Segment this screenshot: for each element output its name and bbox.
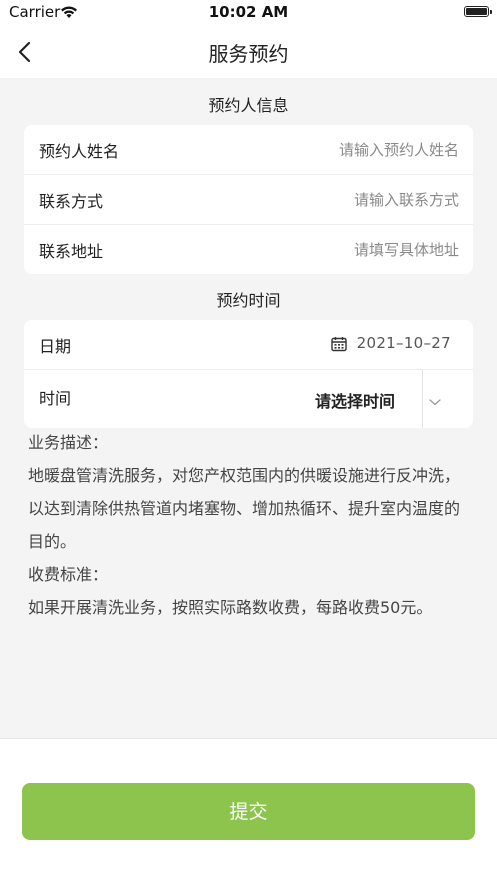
address-input[interactable]: 请填写具体地址 xyxy=(354,239,459,260)
phone-label: 联系方式 xyxy=(39,192,104,211)
time-select-value: 请选择时间 xyxy=(315,392,396,411)
date-label: 日期 xyxy=(39,337,72,356)
submit-button[interactable]: 提交 xyxy=(22,783,475,840)
booking-time-card: 日期 2021–10–27 时间 请选择时间 xyxy=(24,320,473,428)
phone-field-row[interactable]: 联系方式 请输入联系方式 xyxy=(24,175,473,225)
address-field-row[interactable]: 联系地址 请填写具体地址 xyxy=(24,225,473,274)
battery-icon xyxy=(464,6,492,17)
chevron-down-icon xyxy=(428,392,442,411)
name-input[interactable]: 请输入预约人姓名 xyxy=(339,139,459,160)
date-value[interactable]: 2021–10–27 xyxy=(357,334,451,352)
service-description: 业务描述： 地暖盘管清洗服务，对您产权范围内的供暖设施进行反冲洗，以达到清除供热… xyxy=(28,426,468,624)
fee-title: 收费标准： xyxy=(28,565,109,584)
name-field-row[interactable]: 预约人姓名 请输入预约人姓名 xyxy=(24,125,473,175)
page-title: 服务预约 xyxy=(208,42,289,66)
booker-info-card: 预约人姓名 请输入预约人姓名 联系方式 请输入联系方式 联系地址 请填写具体地址 xyxy=(24,125,473,274)
main-content: 预约人信息 预约人姓名 请输入预约人姓名 联系方式 请输入联系方式 联系地址 请… xyxy=(0,78,497,738)
time-field-row: 时间 请选择时间 xyxy=(24,370,473,428)
time-select[interactable]: 请选择时间 xyxy=(218,370,458,428)
calendar-icon xyxy=(331,336,347,356)
footer-bar: 提交 xyxy=(0,738,497,883)
time-label: 时间 xyxy=(39,389,72,408)
select-divider xyxy=(422,370,423,428)
biz-desc-title: 业务描述： xyxy=(28,433,109,452)
status-time: 10:02 AM xyxy=(208,3,289,21)
biz-desc-text: 地暖盘管清洗服务，对您产权范围内的供暖设施进行反冲洗，以达到清除供热管道内堵塞物… xyxy=(28,466,461,551)
navigation-bar: 服务预约 xyxy=(0,26,497,78)
phone-input[interactable]: 请输入联系方式 xyxy=(354,189,459,210)
status-bar: Carrier 10:02 AM xyxy=(0,0,497,26)
fee-text: 如果开展清洗业务，按照实际路数收费，每路收费50元。 xyxy=(28,598,433,617)
date-field-row[interactable]: 日期 2021–10–27 xyxy=(24,320,473,370)
section-title-booker: 预约人信息 xyxy=(208,96,289,115)
section-title-time: 预约时间 xyxy=(216,291,281,310)
name-label: 预约人姓名 xyxy=(39,142,120,161)
address-label: 联系地址 xyxy=(39,242,104,261)
